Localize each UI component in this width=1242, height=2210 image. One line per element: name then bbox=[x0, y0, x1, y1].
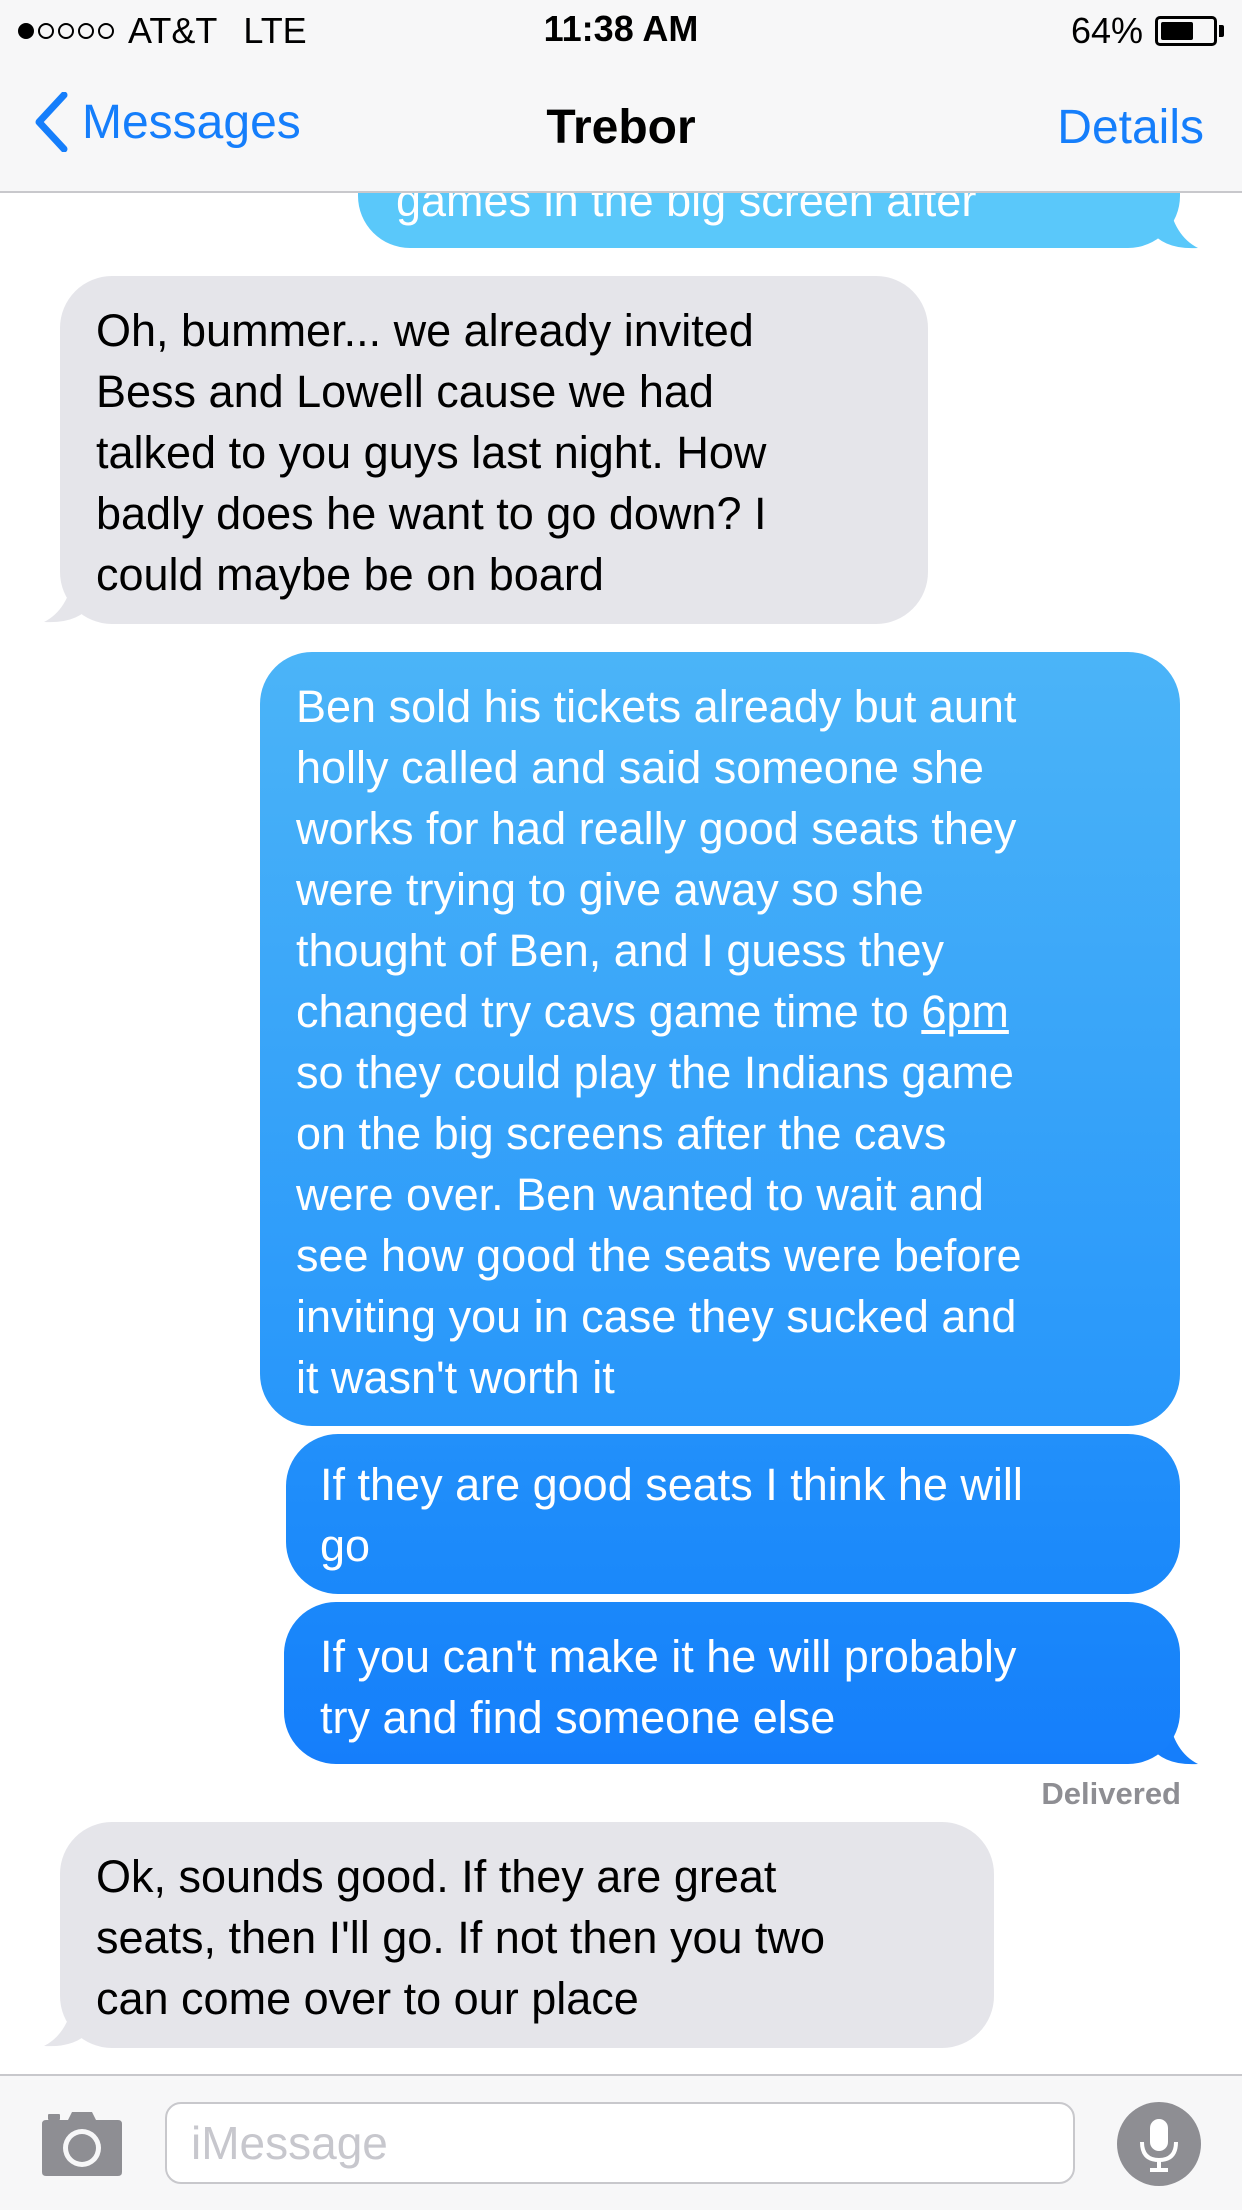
message-line: see how good the seats were before bbox=[296, 1230, 1022, 1281]
message-line: try and find someone else bbox=[320, 1692, 836, 1743]
message-line: were over. Ben wanted to wait and bbox=[296, 1169, 984, 1220]
camera-button[interactable] bbox=[42, 2112, 122, 2176]
message-text: changed try cavs game time to bbox=[296, 986, 922, 1037]
message-input[interactable] bbox=[165, 2102, 1075, 2184]
message-line: badly does he want to go down? I bbox=[96, 488, 767, 539]
message-line: Ben sold his tickets already but aunt bbox=[296, 681, 1017, 732]
message-line: Ok, sounds good. If they are great bbox=[96, 1851, 777, 1902]
message-line: so they could play the Indians game bbox=[296, 1047, 1014, 1098]
battery-percent: 64% bbox=[1070, 10, 1143, 51]
message-input-bar bbox=[0, 2074, 1242, 2210]
battery-tip bbox=[1219, 25, 1224, 37]
message-line: works for had really good seats they bbox=[296, 803, 1017, 854]
navigation-header: AT&T LTE 11:38 AM 64% Messages Trebor De… bbox=[0, 0, 1242, 193]
outgoing-message-bubble[interactable]: Ben sold his tickets already but aunt ho… bbox=[260, 652, 1180, 1426]
status-time: 11:38 AM bbox=[543, 8, 699, 49]
camera-icon bbox=[42, 2112, 122, 2176]
message-line: holly called and said someone she bbox=[296, 742, 984, 793]
message-line: thought of Ben, and I guess they bbox=[296, 925, 944, 976]
message-line: talked to you guys last night. How bbox=[96, 427, 767, 478]
message-line: seats, then I'll go. If not then you two bbox=[96, 1912, 826, 1963]
message-line: If you can't make it he will probably bbox=[320, 1631, 1017, 1682]
microphone-button[interactable] bbox=[1117, 2102, 1201, 2186]
battery-icon bbox=[1155, 16, 1217, 46]
details-button[interactable]: Details bbox=[1057, 100, 1204, 155]
message-line: were trying to give away so she bbox=[296, 864, 924, 915]
microphone-icon bbox=[1140, 2119, 1178, 2172]
message-line: go bbox=[320, 1520, 371, 1571]
message-line: could maybe be on board bbox=[96, 549, 604, 600]
message-line: Oh, bummer... we already invited bbox=[96, 305, 754, 356]
outgoing-message-bubble[interactable]: If they are good seats I think he will g… bbox=[286, 1434, 1180, 1594]
message-line: can come over to our place bbox=[96, 1973, 639, 2024]
delivered-status: Delivered bbox=[1041, 1776, 1181, 1811]
message-line: it wasn't worth it bbox=[296, 1352, 615, 1403]
message-line: Bess and Lowell cause we had bbox=[96, 366, 714, 417]
incoming-message-bubble[interactable]: Oh, bummer... we already invited Bess an… bbox=[60, 276, 928, 624]
message-line: If they are good seats I think he will bbox=[320, 1459, 1023, 1510]
message-line: on the big screens after the cavs bbox=[296, 1108, 947, 1159]
status-right: 64% bbox=[1071, 10, 1224, 52]
message-line: inviting you in case they sucked and bbox=[296, 1291, 1017, 1342]
time-link[interactable]: 6pm bbox=[921, 986, 1009, 1037]
message-line: changed try cavs game time to 6pm bbox=[296, 981, 1160, 1042]
conversation-title: Trebor bbox=[546, 101, 696, 154]
outgoing-message-bubble[interactable]: If you can't make it he will probably tr… bbox=[284, 1602, 1180, 1764]
incoming-message-bubble[interactable]: Ok, sounds good. If they are great seats… bbox=[60, 1822, 994, 2048]
